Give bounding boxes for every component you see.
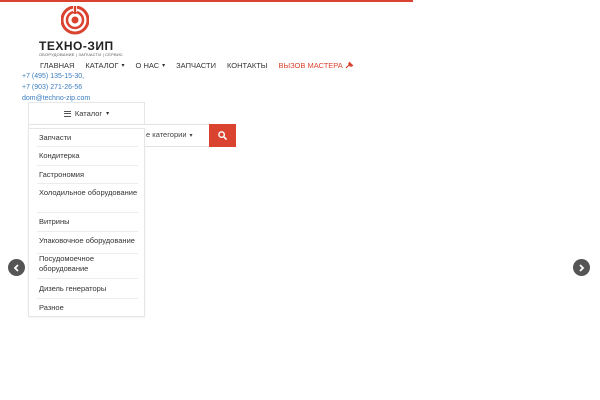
- catalog-item-dishwashing[interactable]: Посудомоечное оборудование: [37, 254, 138, 279]
- slider-prev-button[interactable]: [8, 259, 25, 276]
- catalog-item-misc[interactable]: Разное: [37, 303, 138, 315]
- chevron-right-icon: [579, 263, 585, 272]
- main-nav: ГЛАВНАЯ КАТАЛОГ ▾ О НАС ▾ ЗАПЧАСТИ КОНТА…: [40, 59, 365, 71]
- slider-next-button[interactable]: [573, 259, 590, 276]
- nav-item-label: ГЛАВНАЯ: [40, 60, 75, 70]
- catalog-item-showcases[interactable]: Витрины: [37, 217, 138, 232]
- nav-item-parts[interactable]: ЗАПЧАСТИ: [176, 61, 216, 70]
- nav-item-label: О НАС: [135, 60, 160, 70]
- logo-name: ТЕХНО-ЗИП: [39, 39, 114, 53]
- catalog-item-diesel[interactable]: Дизель генераторы: [37, 284, 138, 299]
- search-button[interactable]: [209, 124, 236, 147]
- phone-link-2[interactable]: +7 (903) 271-26-56: [22, 82, 90, 93]
- nav-item-contacts[interactable]: КОНТАКТЫ: [227, 61, 267, 70]
- category-select[interactable]: е категории ▾: [146, 130, 193, 139]
- logo-target-icon: [61, 6, 89, 35]
- nav-item-home[interactable]: ГЛАВНАЯ: [40, 61, 74, 70]
- chevron-down-icon: ▾: [162, 62, 166, 69]
- top-accent-line: [0, 0, 413, 2]
- nav-item-label: КОНТАКТЫ: [226, 60, 268, 70]
- catalog-item-refrigeration[interactable]: Холодильное оборудование: [37, 188, 138, 213]
- nav-item-label: КАТАЛОГ: [85, 60, 119, 70]
- nav-item-call-master[interactable]: ВЫЗОВ МАСТЕРА: [278, 60, 354, 70]
- catalog-item-confectionery[interactable]: Кондитерка: [37, 151, 138, 166]
- catalog-item-gastronomy[interactable]: Гастрономия: [37, 170, 138, 184]
- chevron-down-icon: ▾: [121, 62, 125, 69]
- hamburger-icon: [63, 109, 71, 118]
- catalog-dropdown: Запчасти Кондитерка Гастрономия Холодиль…: [28, 128, 145, 317]
- site-logo[interactable]: ТЕХНО-ЗИП ОБОРУДОВАНИЕ | ЗАПЧАСТИ | СЕРВ…: [36, 6, 124, 58]
- wrench-icon: [345, 61, 354, 69]
- phone-link-1[interactable]: +7 (495) 135-15-30,: [22, 71, 90, 82]
- catalog-toggle-label: Каталог: [74, 109, 103, 118]
- category-select-value: е категории: [146, 130, 187, 139]
- chevron-left-icon: [13, 263, 19, 272]
- chevron-down-icon: ▾: [106, 111, 110, 117]
- nav-item-label: ЗАПЧАСТИ: [176, 60, 216, 70]
- nav-item-label: ВЫЗОВ МАСТЕРА: [278, 60, 343, 70]
- catalog-toggle[interactable]: Каталог ▾: [28, 102, 145, 124]
- catalog-item-parts[interactable]: Запчасти: [37, 133, 138, 147]
- contacts-block: +7 (495) 135-15-30, +7 (903) 271-26-56 d…: [22, 71, 90, 104]
- nav-item-catalog[interactable]: КАТАЛОГ ▾: [85, 61, 124, 70]
- logo-tagline: ОБОРУДОВАНИЕ | ЗАПЧАСТИ | СЕРВИС: [39, 52, 124, 57]
- catalog-item-packaging[interactable]: Упаковочное оборудование: [37, 236, 138, 254]
- chevron-down-icon: ▾: [189, 133, 193, 139]
- nav-item-about[interactable]: О НАС ▾: [136, 61, 166, 70]
- search-icon: [218, 131, 227, 140]
